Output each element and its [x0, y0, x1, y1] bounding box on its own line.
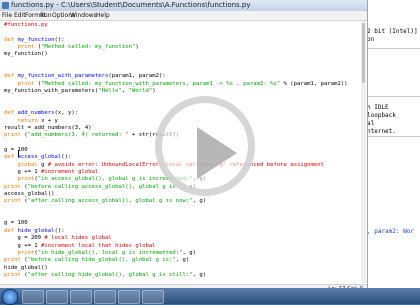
code-line: print ("after calling hide_global(), glo… — [4, 271, 207, 278]
shell-text: 2 bit (Intel)] — [367, 28, 418, 35]
code-line: my_function() — [4, 51, 48, 58]
taskbar-explorer-icon[interactable] — [46, 290, 68, 304]
scrollbar-thumb[interactable] — [362, 23, 365, 83]
window-title: functions.py - C:\Users\Student\Document… — [11, 1, 251, 9]
code-line: print ("add_numbers(3, 4) returned: " + … — [4, 132, 180, 139]
shell-text: loopback — [367, 112, 396, 119]
code-line: g += 1 #increment global — [4, 169, 99, 175]
menu-help[interactable]: Help — [96, 12, 110, 19]
shell-separator — [365, 96, 420, 97]
menu-file[interactable]: File — [2, 12, 12, 19]
code-line: print ("Method called: my_function") — [17, 44, 139, 51]
code-line: result = add_numbers(3, 4) — [4, 124, 92, 131]
code-line: def hide_global(): — [4, 227, 65, 234]
code-line: def add_numbers(x, y): — [4, 110, 79, 117]
start-button[interactable] — [2, 289, 18, 305]
shell-text: al — [367, 120, 375, 127]
code-line: def my_function_with_parameters(param1, … — [4, 73, 166, 80]
code-line: print("in hide_global(), local g is incr… — [17, 249, 196, 256]
shell-text: , param2: Wor — [367, 228, 414, 235]
code-line: print ("before calling access_global(), … — [4, 183, 196, 190]
code-line: hide_global() — [4, 264, 48, 271]
code-line: print ("before calling hide_global(), gl… — [4, 257, 190, 264]
shell-text: n IDLE — [367, 104, 389, 111]
code-line: print ("after calling access_global(), g… — [4, 198, 207, 205]
code-line: return x + y — [17, 117, 58, 124]
taskbar-python-icon[interactable] — [94, 290, 116, 304]
play-icon — [197, 127, 237, 179]
code-line: g = 100 — [4, 220, 28, 227]
shell-text: on — [367, 36, 375, 43]
vertical-scrollbar[interactable] — [361, 21, 366, 283]
taskbar-window-icon[interactable] — [142, 290, 164, 304]
code-line: print ("Method called: my_function_with_… — [17, 80, 348, 87]
taskbar-idle-icon[interactable] — [118, 290, 140, 304]
taskbar-media-icon[interactable] — [70, 290, 92, 304]
code-line: access_global() — [4, 191, 55, 198]
code-line: g = 100 — [4, 146, 28, 153]
code-line: def access_global(): — [4, 154, 72, 161]
code-line: my_function_with_parameters("Hello", "Wo… — [4, 88, 156, 95]
shell-window-partial: 2 bit (Intel)] on n IDLE loopback al nternet.… — [365, 0, 420, 288]
code-line: g += 1 #increment local that hides globa… — [4, 242, 156, 249]
menu-bar: File Edit Format Run Options Windows Help — [0, 11, 367, 21]
menu-run[interactable]: Run — [40, 12, 52, 19]
python-file-icon — [2, 2, 9, 9]
code-line: #functions.py — [4, 22, 48, 28]
code-line: def my_function(): — [4, 36, 65, 43]
video-play-button[interactable] — [155, 96, 255, 196]
code-line: g = 200 # local hides global — [4, 235, 112, 242]
shell-separator — [365, 48, 420, 49]
menu-edit[interactable]: Edit — [14, 12, 26, 19]
taskbar-ie-icon[interactable] — [22, 290, 44, 304]
shell-separator — [365, 136, 420, 137]
shell-text: nternet. — [367, 128, 396, 135]
taskbar — [0, 288, 420, 305]
menu-windows[interactable]: Windows — [70, 12, 97, 19]
